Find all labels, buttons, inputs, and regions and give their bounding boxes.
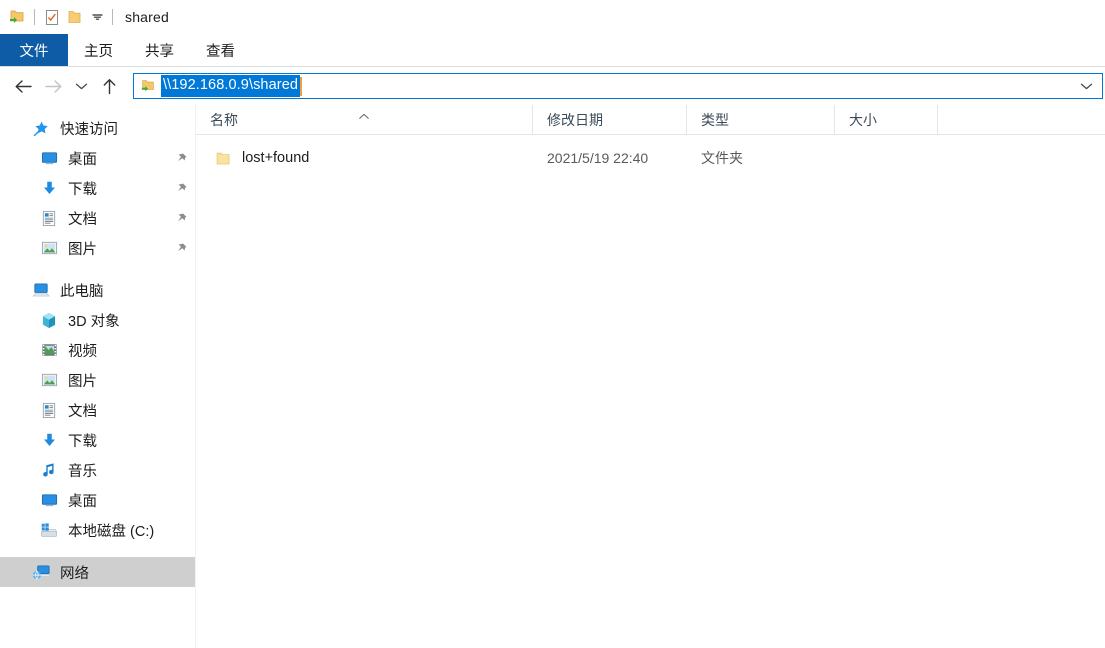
sidebar-item-3d-objects[interactable]: 3D 对象: [0, 305, 195, 335]
sidebar-label: 文档: [68, 208, 97, 229]
sidebar-label: 网络: [60, 562, 89, 583]
new-folder-icon[interactable]: [63, 6, 85, 28]
file-list-pane[interactable]: 名称 修改日期 类型 大小 lost+found: [196, 105, 1105, 648]
sidebar-label: 音乐: [68, 460, 97, 481]
address-text-cursor: [300, 77, 302, 96]
sidebar-group-gap: [0, 263, 195, 275]
sidebar-item-documents-pc[interactable]: 文档: [0, 395, 195, 425]
download-icon: [38, 429, 60, 451]
column-header-date-modified[interactable]: 修改日期: [533, 105, 687, 135]
sidebar-item-desktop[interactable]: 桌面: [0, 143, 195, 173]
tab-view[interactable]: 查看: [190, 34, 251, 66]
toolbar-separator: [34, 9, 35, 25]
desktop-icon: [38, 489, 60, 511]
star-pin-icon: [30, 117, 52, 139]
tab-home[interactable]: 主页: [68, 34, 129, 66]
3d-objects-icon: [38, 309, 60, 331]
table-row[interactable]: lost+found 2021/5/19 22:40 文件夹: [196, 143, 1105, 173]
file-type-cell: 文件夹: [687, 143, 835, 173]
sidebar-item-quick-access[interactable]: 快速访问: [0, 113, 195, 143]
sidebar-label: 视频: [68, 340, 97, 361]
pin-icon[interactable]: [173, 210, 189, 226]
column-label: 类型: [701, 110, 729, 130]
documents-icon: [38, 399, 60, 421]
column-label: 大小: [849, 110, 877, 130]
column-label: 修改日期: [547, 110, 603, 130]
sidebar-label: 快速访问: [60, 118, 118, 139]
address-network-folder-icon: [138, 76, 158, 96]
column-label: 名称: [210, 110, 238, 130]
sidebar-item-local-disk-c[interactable]: 本地磁盘 (C:): [0, 515, 195, 545]
sidebar-label: 本地磁盘 (C:): [68, 520, 154, 541]
address-dropdown-chevron-icon[interactable]: [1072, 74, 1100, 98]
forward-button: [38, 71, 68, 101]
music-icon: [38, 459, 60, 481]
sidebar-label: 桌面: [68, 148, 97, 169]
sidebar-item-pictures-pc[interactable]: 图片: [0, 365, 195, 395]
sidebar-label: 3D 对象: [68, 310, 120, 331]
network-folder-icon: [6, 6, 28, 28]
pictures-icon: [38, 369, 60, 391]
column-header-name[interactable]: 名称: [196, 105, 533, 135]
up-button[interactable]: [94, 71, 124, 101]
file-name-label: lost+found: [242, 150, 309, 166]
navigation-bar: \\192.168.0.9\shared: [0, 67, 1105, 105]
desktop-icon: [38, 147, 60, 169]
download-icon: [38, 177, 60, 199]
sidebar-item-videos[interactable]: 视频: [0, 335, 195, 365]
documents-icon: [38, 207, 60, 229]
sidebar-label: 图片: [68, 370, 97, 391]
sidebar-label: 文档: [68, 400, 97, 421]
column-header-row: 名称 修改日期 类型 大小: [196, 105, 1105, 135]
pin-icon[interactable]: [173, 180, 189, 196]
sidebar-item-downloads[interactable]: 下载: [0, 173, 195, 203]
tab-file[interactable]: 文件: [0, 34, 68, 66]
pin-icon[interactable]: [173, 240, 189, 256]
back-button[interactable]: [8, 71, 38, 101]
pin-icon[interactable]: [173, 150, 189, 166]
recent-locations-chevron-icon[interactable]: [68, 71, 94, 101]
file-name-cell[interactable]: lost+found: [196, 143, 533, 173]
sidebar-item-this-pc[interactable]: 此电脑: [0, 275, 195, 305]
sidebar-item-documents[interactable]: 文档: [0, 203, 195, 233]
sidebar-label: 下载: [68, 178, 97, 199]
navigation-pane[interactable]: 快速访问 桌面 下载: [0, 105, 196, 648]
sort-ascending-icon: [359, 107, 370, 123]
window-title: shared: [125, 9, 169, 25]
local-disk-icon: [38, 519, 60, 541]
address-bar[interactable]: \\192.168.0.9\shared: [133, 73, 1103, 99]
title-bar: shared: [0, 0, 1105, 34]
column-header-size[interactable]: 大小: [835, 105, 938, 135]
properties-icon[interactable]: [41, 6, 63, 28]
this-pc-icon: [30, 279, 52, 301]
sidebar-item-music[interactable]: 音乐: [0, 455, 195, 485]
sidebar-label: 下载: [68, 430, 97, 451]
address-input-value[interactable]: \\192.168.0.9\shared: [161, 75, 300, 97]
sidebar-group-gap-2: [0, 545, 195, 557]
file-date-cell: 2021/5/19 22:40: [533, 143, 687, 173]
file-size-cell: [835, 143, 938, 173]
title-separator: [112, 9, 113, 25]
main-area: 快速访问 桌面 下载: [0, 105, 1105, 648]
sidebar-label: 桌面: [68, 490, 97, 511]
sidebar-label: 此电脑: [60, 280, 104, 301]
column-header-type[interactable]: 类型: [687, 105, 835, 135]
folder-icon: [214, 149, 232, 167]
customize-toolbar-chevron-icon[interactable]: [88, 6, 106, 28]
sidebar-label: 图片: [68, 238, 97, 259]
network-icon: [30, 561, 52, 583]
sidebar-item-network[interactable]: 网络: [0, 557, 195, 587]
sidebar-item-downloads-pc[interactable]: 下载: [0, 425, 195, 455]
tab-share[interactable]: 共享: [129, 34, 190, 66]
videos-icon: [38, 339, 60, 361]
sidebar-item-pictures[interactable]: 图片: [0, 233, 195, 263]
ribbon-tab-bar: 文件 主页 共享 查看: [0, 34, 1105, 67]
pictures-icon: [38, 237, 60, 259]
sidebar-item-desktop-pc[interactable]: 桌面: [0, 485, 195, 515]
